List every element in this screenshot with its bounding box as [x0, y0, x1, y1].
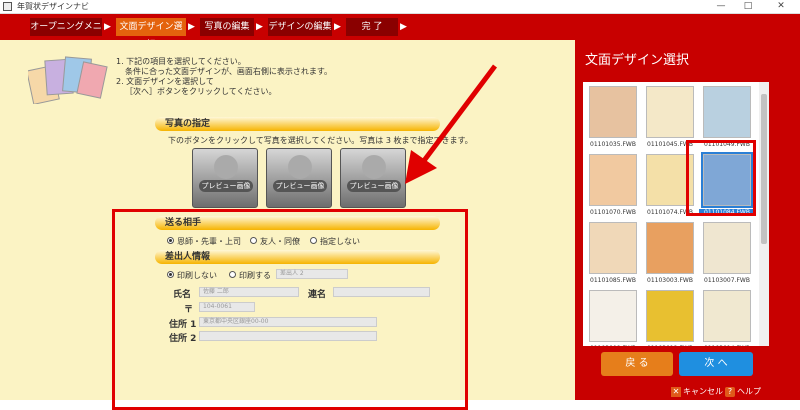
step-arrow-icon: ▶ — [400, 22, 407, 32]
next-button[interactable]: 次 へ — [679, 352, 753, 376]
recipient-label-friend: 友人・同僚 — [260, 237, 300, 246]
address1-input[interactable]: 東京都中央区銀座00-00 — [199, 317, 377, 327]
person-placeholder-icon — [288, 155, 312, 179]
thumbnail-highlight-box — [686, 140, 756, 216]
recipient-label-superior: 恩師・先輩・上司 — [177, 237, 241, 246]
preview-label: プレビュー画像 — [199, 180, 253, 192]
design-thumbnail-image — [589, 154, 637, 206]
photo-button-2[interactable]: プレビュー画像 — [266, 148, 332, 208]
design-thumbnail-code: 01101070.FWB — [590, 209, 636, 216]
recipient-label-none: 指定しない — [320, 237, 360, 246]
cancel-icon[interactable]: ✕ — [671, 387, 681, 397]
recipient-radio-friend[interactable] — [250, 237, 257, 244]
minimize-button[interactable]: — — [710, 0, 732, 13]
recipient-radio-none[interactable] — [310, 237, 317, 244]
step-text-design: 文面デザイン選択 — [116, 18, 186, 50]
postal-input[interactable]: 104-0061 — [199, 302, 255, 312]
step-arrow-icon: ▶ — [104, 22, 111, 32]
maximize-button[interactable]: □ — [737, 0, 759, 13]
design-thumbnail[interactable]: 01103007.FWB — [699, 222, 755, 296]
main-panel: 1. 下記の項目を選択してください。 条件に合った文面デザインが、画面右側に表示… — [0, 40, 575, 410]
design-thumbnail-code: 01101085.FWB — [590, 277, 636, 284]
preview-label: プレビュー画像 — [273, 180, 327, 192]
print-no-label: 印刷しない — [177, 271, 217, 280]
step-opening-menu: オープニングメニュー — [30, 18, 102, 50]
help-icon[interactable]: ? — [725, 387, 735, 397]
design-thumbnail-code: 01103012.FWB — [642, 345, 698, 346]
design-thumbnail[interactable]: 01103008.FWB — [585, 290, 641, 346]
sender-select[interactable]: 差出人 2 — [276, 269, 348, 279]
step-bar: オープニングメニュー ▶ 文面デザイン選択 ▶ 写真の編集 ▶ デザインの編集 … — [0, 14, 800, 50]
design-thumbnail[interactable]: 01103014.FWB — [699, 290, 755, 346]
design-thumbnail-image — [646, 222, 694, 274]
recipient-radio-superior[interactable] — [167, 237, 174, 244]
joint-name-label: 連名 — [308, 290, 327, 300]
design-thumbnail-image — [589, 86, 637, 138]
design-thumbnail-code: 01101035.FWB — [590, 141, 636, 148]
design-thumbnail-image — [703, 222, 751, 274]
design-thumbnail-code: 01103003.FWB — [647, 277, 693, 284]
person-placeholder-icon — [362, 155, 386, 179]
annotation-arrow — [405, 64, 497, 184]
design-thumbnail-image — [589, 222, 637, 274]
cards-illustration — [26, 54, 108, 105]
print-yes-radio[interactable] — [229, 271, 236, 278]
address1-label: 住所 1 — [169, 320, 197, 330]
step-arrow-icon: ▶ — [256, 22, 263, 32]
design-thumbnail-code: 01103007.FWB — [704, 277, 750, 284]
title-bar: 年賀状デザインナビ — □ ✕ — [0, 0, 800, 14]
cancel-link[interactable]: キャンセル — [683, 386, 723, 397]
sender-section-header: 差出人情報 — [155, 250, 440, 264]
name-label: 氏名 — [173, 290, 192, 300]
design-thumbnail-image — [646, 86, 694, 138]
joint-name-input[interactable] — [333, 287, 430, 297]
design-thumbnail[interactable]: 01103012.FWB — [642, 290, 698, 346]
design-thumbnail-code: 01103008.FWB — [585, 345, 641, 346]
design-thumbnail-image — [703, 290, 751, 342]
scroll-thumb[interactable] — [761, 94, 767, 244]
address2-label: 住所 2 — [169, 334, 197, 344]
design-thumbnail[interactable]: 01103003.FWB — [642, 222, 698, 296]
recipient-section-header: 送る相手 — [155, 216, 440, 230]
design-thumbnail-image — [646, 290, 694, 342]
design-thumbnail-code: 01103014.FWB — [699, 345, 755, 346]
step-design-edit: デザインの編集 — [268, 18, 332, 36]
address2-input[interactable] — [199, 331, 377, 341]
name-input[interactable]: 佐藤 二郎 — [199, 287, 299, 297]
preview-label: プレビュー画像 — [347, 180, 401, 192]
gallery-scrollbar[interactable] — [759, 82, 769, 346]
design-thumbnail[interactable]: 01101035.FWB — [585, 86, 641, 160]
print-no-radio[interactable] — [167, 271, 174, 278]
print-yes-label: 印刷する — [239, 271, 271, 280]
back-button[interactable]: 戻 る — [601, 352, 673, 376]
design-thumbnail-image — [589, 290, 637, 342]
panel-title: 文面デザイン選択 — [585, 53, 690, 68]
step-arrow-icon: ▶ — [188, 22, 195, 32]
close-button[interactable]: ✕ — [770, 0, 792, 13]
step-complete: 完 了 — [346, 18, 398, 36]
photo-button-1[interactable]: プレビュー画像 — [192, 148, 258, 208]
step-arrow-icon: ▶ — [334, 22, 341, 32]
design-thumbnail[interactable]: 01101070.FWB — [585, 154, 641, 228]
app-icon — [3, 2, 12, 11]
person-placeholder-icon — [214, 155, 238, 179]
postal-label: 〒 — [184, 305, 194, 315]
help-link[interactable]: ヘルプ — [737, 386, 761, 397]
step-photo-edit: 写真の編集 — [200, 18, 254, 36]
window-title: 年賀状デザインナビ — [17, 2, 89, 11]
design-thumbnail-image — [703, 86, 751, 138]
design-thumbnail[interactable]: 01101085.FWB — [585, 222, 641, 296]
instruction-line-4: ［次へ］ボタンをクリックしてください。 — [125, 87, 277, 96]
